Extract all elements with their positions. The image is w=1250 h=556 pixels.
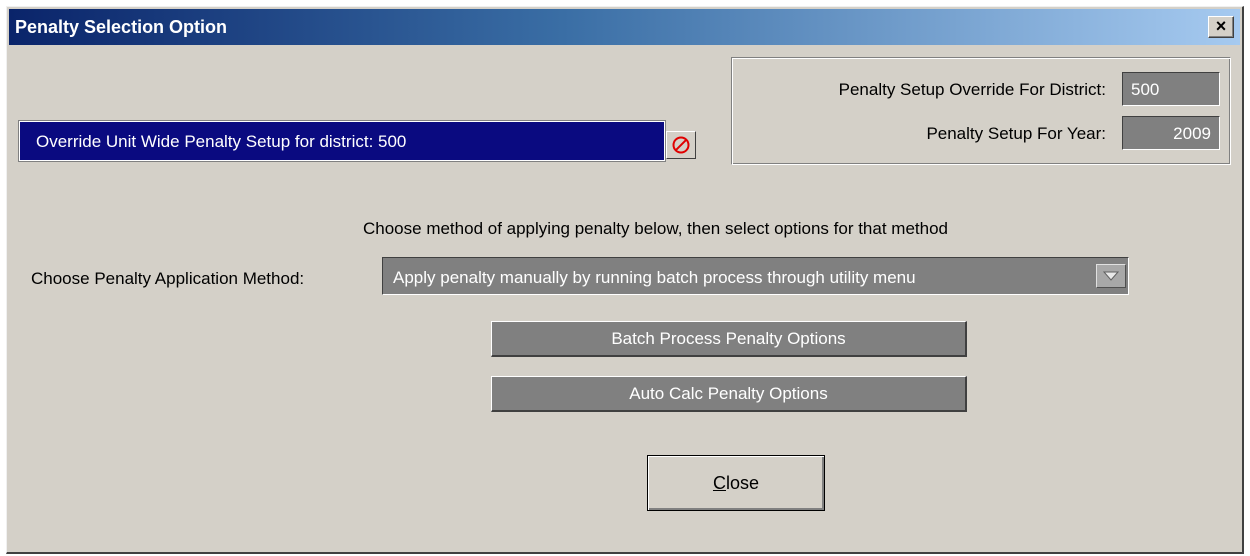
district-override-value: 500: [1122, 72, 1220, 106]
batch-process-options-label: Batch Process Penalty Options: [611, 329, 846, 348]
district-override-text: 500: [1131, 80, 1160, 99]
setup-year-text: 2009: [1173, 124, 1211, 143]
prohibited-icon: [672, 136, 690, 154]
override-district-label: Override Unit Wide Penalty Setup for dis…: [36, 132, 407, 151]
override-cancel-button[interactable]: [666, 131, 696, 159]
method-dropdown-button[interactable]: [1096, 264, 1126, 288]
title-bar: Penalty Selection Option ×: [9, 9, 1240, 45]
close-button[interactable]: Close: [647, 455, 825, 511]
batch-process-options-button[interactable]: Batch Process Penalty Options: [491, 321, 967, 357]
penalty-method-select[interactable]: Apply penalty manually by running batch …: [382, 257, 1129, 295]
close-icon: ×: [1215, 16, 1227, 36]
district-override-label: Penalty Setup Override For District:: [838, 80, 1106, 99]
penalty-selection-dialog: Penalty Selection Option × Override Unit…: [6, 6, 1244, 554]
auto-calc-options-label: Auto Calc Penalty Options: [629, 384, 828, 403]
setup-year-label: Penalty Setup For Year:: [926, 124, 1106, 143]
setup-year-value: 2009: [1122, 116, 1220, 150]
chevron-down-icon: [1103, 271, 1119, 281]
penalty-setup-info-group: Penalty Setup Override For District: 500…: [731, 57, 1231, 165]
window-close-button[interactable]: ×: [1208, 16, 1234, 38]
method-label: Choose Penalty Application Method:: [31, 269, 305, 288]
method-instruction: Choose method of applying penalty below,…: [363, 219, 948, 238]
override-district-bar[interactable]: Override Unit Wide Penalty Setup for dis…: [19, 121, 665, 161]
window-title: Penalty Selection Option: [15, 17, 228, 37]
close-mnemonic: C: [712, 473, 726, 493]
penalty-method-value: Apply penalty manually by running batch …: [393, 268, 916, 287]
auto-calc-options-button[interactable]: Auto Calc Penalty Options: [491, 376, 967, 412]
close-label: lose: [725, 473, 760, 493]
